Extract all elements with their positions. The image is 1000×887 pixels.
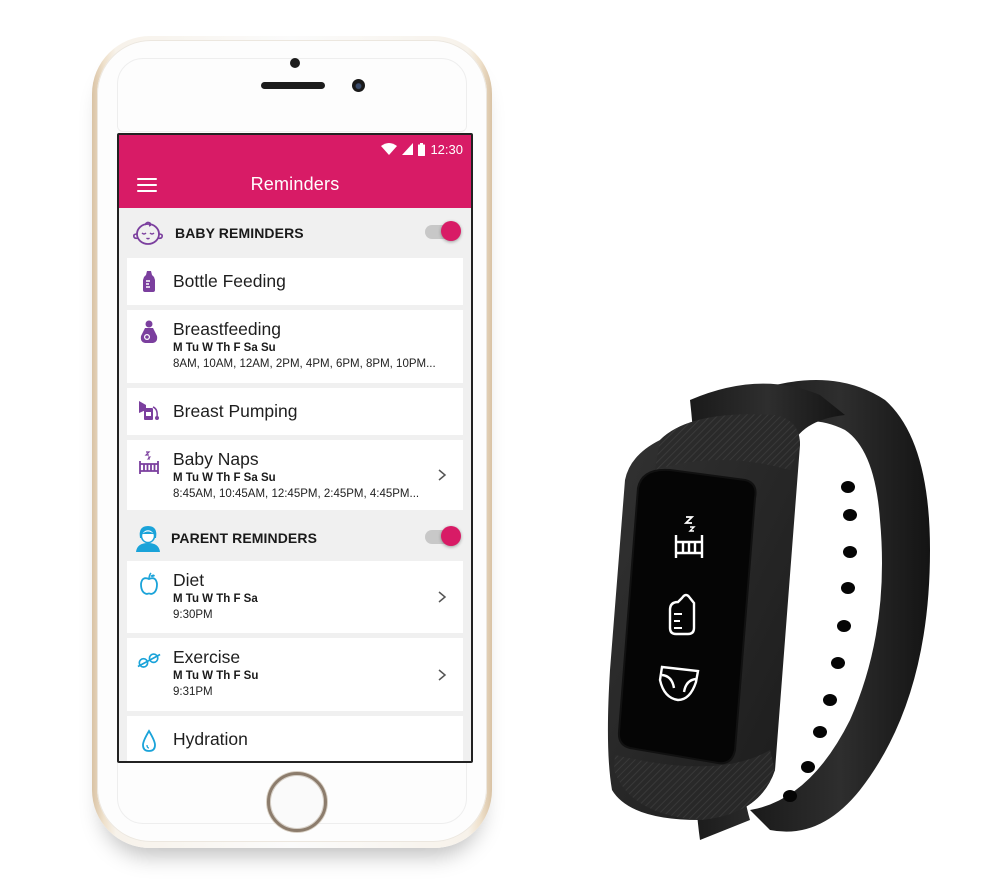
reminder-days: M Tu W Th F Sa Su — [173, 472, 276, 484]
reminder-item-breast-pumping[interactable]: Breast Pumping — [127, 388, 463, 435]
chevron-right-icon[interactable] — [435, 668, 449, 682]
reminders-list: BABY REMINDERS Bottle Feeding Breastfeed… — [119, 208, 471, 761]
proximity-sensor — [290, 58, 300, 68]
parent-reminders-toggle[interactable] — [425, 526, 461, 546]
earpiece-speaker — [261, 82, 325, 89]
status-time: 12:30 — [430, 141, 463, 157]
section-title: BABY REMINDERS — [175, 225, 304, 241]
phone-top-bezel — [117, 58, 467, 132]
battery-icon — [418, 142, 426, 156]
app-header: 12:30 Reminders — [119, 135, 471, 208]
breast-pump-icon — [137, 398, 161, 424]
reminder-times: 8:45AM, 10:45AM, 12:45PM, 2:45PM, 4:45PM… — [173, 488, 420, 500]
home-button[interactable] — [267, 772, 327, 832]
reminder-title: Diet — [173, 570, 205, 590]
reminder-title: Bottle Feeding — [173, 271, 286, 291]
reminder-item-exercise[interactable]: Exercise M Tu W Th F Su 9:31PM — [127, 638, 463, 711]
phone-screen: 12:30 Reminders BABY REMINDERS Bottle Fe… — [117, 133, 473, 763]
reminder-days: M Tu W Th F Sa Su — [173, 342, 276, 354]
phone-face: 12:30 Reminders BABY REMINDERS Bottle Fe… — [97, 40, 487, 842]
reminder-title: Exercise — [173, 647, 241, 667]
section-header-baby-reminders: BABY REMINDERS — [119, 208, 471, 258]
status-bar: 12:30 — [381, 141, 463, 157]
hamburger-menu-icon[interactable] — [137, 178, 157, 192]
reminder-title: Baby Naps — [173, 449, 259, 469]
smartphone: 12:30 Reminders BABY REMINDERS Bottle Fe… — [92, 36, 492, 848]
baby-tracker-wristband — [607, 380, 930, 840]
chevron-right-icon[interactable] — [435, 590, 449, 604]
tracker-screen — [617, 468, 757, 765]
dumbbell-icon — [137, 648, 161, 674]
wifi-icon — [381, 143, 398, 155]
reminder-times: 9:30PM — [173, 609, 213, 621]
water-drop-icon — [137, 728, 161, 754]
reminder-times: 8AM, 10AM, 12AM, 2PM, 4PM, 6PM, 8PM, 10P… — [173, 358, 436, 370]
breastfeeding-icon — [137, 320, 161, 346]
front-camera — [352, 79, 365, 92]
parent-avatar-icon — [131, 523, 165, 553]
section-header-parent-reminders: PARENT REMINDERS — [119, 515, 471, 561]
reminder-days: M Tu W Th F Sa — [173, 593, 258, 605]
reminder-item-hydration[interactable]: Hydration — [127, 716, 463, 761]
reminder-item-baby-naps[interactable]: Baby Naps M Tu W Th F Sa Su 8:45AM, 10:4… — [127, 440, 463, 510]
baby-reminders-toggle[interactable] — [425, 221, 461, 241]
baby-face-icon — [131, 218, 165, 248]
chevron-right-icon[interactable] — [435, 468, 449, 482]
reminder-title: Breastfeeding — [173, 319, 281, 339]
reminder-item-breastfeeding[interactable]: Breastfeeding M Tu W Th F Sa Su 8AM, 10A… — [127, 310, 463, 383]
reminder-days: M Tu W Th F Su — [173, 670, 259, 682]
section-title: PARENT REMINDERS — [171, 530, 318, 546]
app-bar: Reminders — [119, 163, 471, 205]
reminder-title: Breast Pumping — [173, 401, 298, 421]
reminder-item-diet[interactable]: Diet M Tu W Th F Sa 9:30PM — [127, 561, 463, 633]
cell-signal-icon — [402, 143, 414, 155]
baby-bottle-icon — [137, 268, 161, 294]
crib-sleep-icon — [137, 450, 161, 476]
reminder-times: 9:31PM — [173, 686, 213, 698]
reminder-item-bottle-feeding[interactable]: Bottle Feeding — [127, 258, 463, 305]
page-title: Reminders — [250, 173, 340, 194]
apple-icon — [137, 571, 161, 597]
reminder-title: Hydration — [173, 729, 248, 749]
